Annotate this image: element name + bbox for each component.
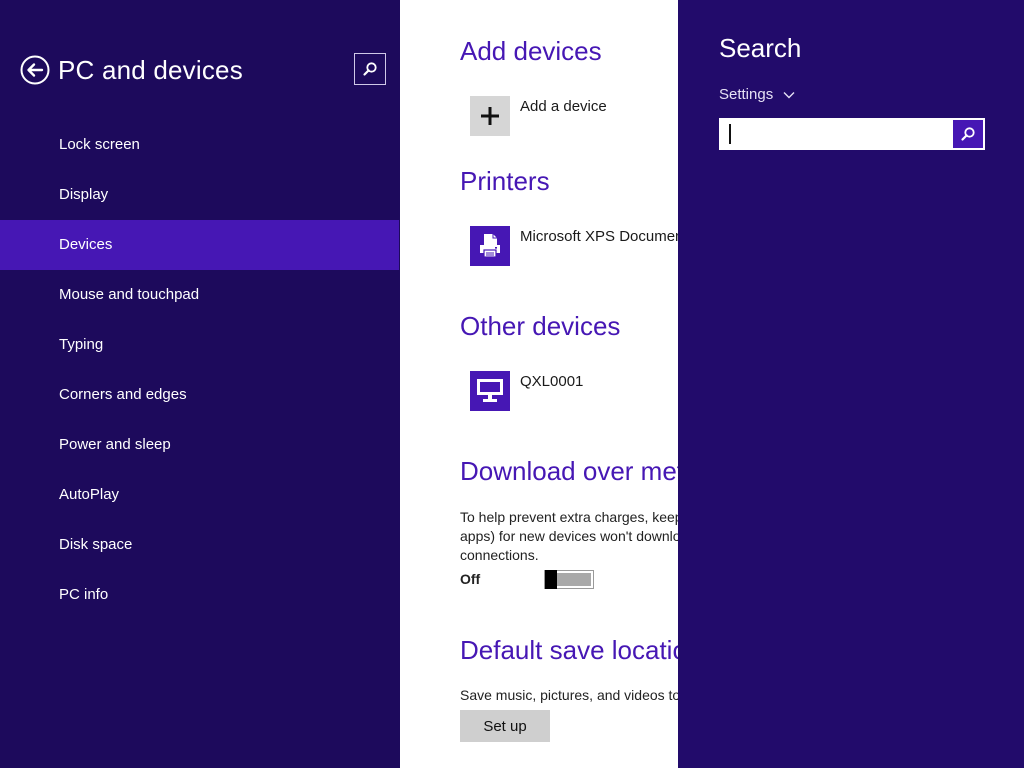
printer-device-item[interactable]: Microsoft XPS Document Writer	[470, 226, 678, 266]
search-input[interactable]	[729, 124, 953, 144]
sidebar-item-display[interactable]: Display	[0, 170, 399, 220]
toggle-state-label: Off	[460, 571, 481, 587]
download-metered-heading: Download over metered connections	[460, 456, 678, 486]
monitor-tile	[470, 371, 510, 411]
printer-icon	[480, 234, 500, 258]
printers-heading: Printers	[460, 166, 550, 196]
sidebar-item-pc-info[interactable]: PC info	[0, 570, 399, 620]
other-device-item[interactable]: QXL0001	[470, 371, 583, 411]
search-charm: Search Settings	[678, 0, 1024, 768]
sidebar-item-mouse-and-touchpad[interactable]: Mouse and touchpad	[0, 270, 399, 320]
search-scope-dropdown[interactable]: Settings	[719, 86, 795, 103]
back-arrow-icon	[20, 55, 50, 85]
chevron-down-icon	[783, 91, 795, 99]
toggle-thumb	[545, 570, 557, 589]
add-devices-heading: Add devices	[460, 36, 602, 66]
sidebar-item-devices[interactable]: Devices	[0, 220, 399, 270]
set-up-button[interactable]: Set up	[460, 710, 550, 742]
monitor-icon	[477, 379, 503, 402]
page-title: PC and devices	[58, 54, 243, 85]
default-save-description: Save music, pictures, and videos to	[460, 687, 678, 703]
sidebar-item-autoplay[interactable]: AutoPlay	[0, 470, 399, 520]
nav-list: Lock screen Display Devices Mouse and touch…	[0, 120, 400, 620]
add-device-button[interactable]: Add a device	[470, 96, 607, 136]
printer-device-label: Microsoft XPS Document Writer	[520, 228, 678, 245]
plus-icon	[481, 107, 499, 125]
add-device-label: Add a device	[520, 98, 607, 115]
download-metered-toggle[interactable]	[544, 570, 594, 589]
add-device-tile	[470, 96, 510, 136]
pc-settings-window: PC and devices Lock screen Display Devices…	[0, 0, 1024, 768]
printer-tile	[470, 226, 510, 266]
search-box	[719, 118, 985, 150]
sidebar-item-disk-space[interactable]: Disk space	[0, 520, 399, 570]
search-icon	[961, 127, 975, 141]
nav-search-button[interactable]	[354, 53, 386, 85]
sidebar-item-lock-screen[interactable]: Lock screen	[0, 120, 399, 170]
search-charm-title: Search	[719, 33, 802, 63]
sidebar-item-corners-and-edges[interactable]: Corners and edges	[0, 370, 399, 420]
sidebar-item-typing[interactable]: Typing	[0, 320, 399, 370]
nav-header: PC and devices	[20, 52, 243, 88]
other-device-label: QXL0001	[520, 373, 584, 390]
sidebar-item-power-and-sleep[interactable]: Power and sleep	[0, 420, 399, 470]
toggle-track	[557, 573, 591, 586]
content-pane: Add devices Add a device Printers Micros…	[400, 0, 678, 768]
download-metered-description: To help prevent extra charges, keep this…	[460, 509, 678, 563]
search-go-button[interactable]	[953, 120, 983, 148]
search-scope-label: Settings	[719, 86, 774, 103]
other-devices-heading: Other devices	[460, 311, 621, 341]
nav-pane: PC and devices Lock screen Display Devices…	[0, 0, 400, 768]
back-button[interactable]	[20, 55, 50, 85]
default-save-heading: Default save location	[460, 635, 678, 665]
search-icon	[363, 62, 377, 76]
